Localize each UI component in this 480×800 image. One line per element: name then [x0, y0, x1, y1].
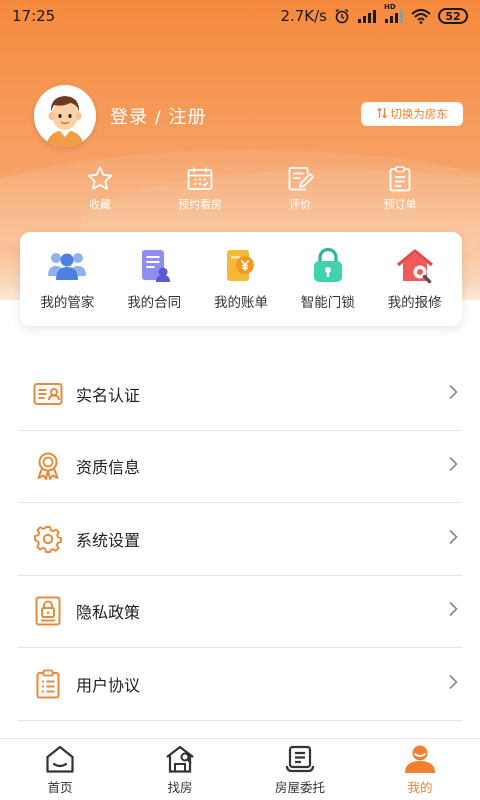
- bill-icon: [226, 249, 254, 281]
- service-my-bill[interactable]: 我的账单: [199, 248, 283, 311]
- privacy-icon: [32, 595, 64, 627]
- service-my-repair[interactable]: 我的报修: [373, 248, 457, 311]
- quick-action-favorites[interactable]: 收藏: [60, 165, 140, 215]
- chevron-right-icon: [448, 384, 458, 404]
- id-card-icon: [32, 378, 64, 410]
- chevron-right-icon: [448, 456, 458, 476]
- agreement-icon: [32, 668, 64, 700]
- chevron-right-icon: [448, 674, 458, 694]
- hd-signal-icon: HD: [384, 3, 404, 23]
- service-label: 我的合同: [127, 294, 182, 311]
- find-house-icon: [166, 745, 194, 773]
- login-register-link[interactable]: 登录 / 注册: [110, 103, 207, 129]
- calendar-icon: [187, 167, 213, 190]
- nav-tab-find-house[interactable]: 找房: [125, 744, 235, 796]
- clipboard-icon: [389, 166, 411, 192]
- award-icon: [32, 450, 64, 482]
- lock-icon: [313, 247, 342, 282]
- services-card: 我的管家 我的合同 我的账单 智能门锁 我的报修: [20, 232, 462, 326]
- user-avatar-icon: [34, 85, 96, 147]
- menu-item-label: 隐私政策: [76, 603, 141, 623]
- switch-to-landlord-button[interactable]: 切换为房东: [361, 102, 463, 126]
- profile-icon: [405, 745, 435, 773]
- menu-item-user-agreement[interactable]: 用户协议: [18, 648, 462, 721]
- menu-item-label: 实名认证: [76, 385, 141, 405]
- people-icon: [48, 252, 87, 280]
- alarm-icon: [334, 8, 350, 24]
- home-icon: [46, 745, 74, 773]
- menu-item-label: 系统设置: [76, 530, 141, 550]
- menu-item-label: 用户协议: [76, 675, 141, 695]
- quick-action-reviews[interactable]: 评价: [260, 165, 340, 215]
- switch-arrows-icon: [376, 107, 388, 122]
- menu-item-qualification-info[interactable]: 资质信息: [18, 431, 462, 503]
- bottom-navigation: 首页 找房 房屋委托 我的: [0, 738, 480, 800]
- avatar[interactable]: [34, 85, 96, 147]
- service-smart-lock[interactable]: 智能门锁: [286, 247, 370, 311]
- switch-label: 切换为房东: [390, 107, 448, 121]
- chevron-right-icon: [448, 601, 458, 621]
- network-speed: 2.7K/s: [280, 7, 327, 25]
- battery-indicator: 52: [438, 8, 468, 24]
- nav-tab-mine[interactable]: 我的: [365, 744, 475, 796]
- entrust-icon: [285, 745, 315, 772]
- wifi-icon: [411, 8, 431, 24]
- chevron-right-icon: [448, 529, 458, 549]
- nav-label: 我的: [407, 779, 433, 795]
- menu-item-real-name-verification[interactable]: 实名认证: [18, 358, 462, 431]
- contract-icon: [142, 249, 171, 282]
- quick-action-label: 收藏: [89, 198, 111, 211]
- quick-action-reservations[interactable]: 预订单: [360, 165, 440, 215]
- star-icon: [87, 166, 113, 190]
- service-label: 我的管家: [40, 294, 95, 311]
- quick-actions: 收藏 预约看房 评价 预订单: [60, 165, 440, 215]
- nav-label: 房屋委托: [274, 779, 325, 795]
- settings-menu: 实名认证 资质信息 系统设置 隐私政策 用户协议: [18, 358, 462, 721]
- menu-item-label: 资质信息: [76, 458, 141, 478]
- menu-item-system-settings[interactable]: 系统设置: [18, 503, 462, 576]
- nav-label: 首页: [47, 779, 73, 795]
- service-label: 智能门锁: [300, 294, 355, 311]
- signal-icon: [357, 9, 377, 23]
- nav-tab-property-entrust[interactable]: 房屋委托: [245, 744, 355, 796]
- status-time: 17:25: [12, 7, 56, 25]
- service-label: 我的账单: [213, 294, 268, 311]
- quick-action-viewing-appointment[interactable]: 预约看房: [160, 165, 240, 215]
- menu-item-privacy-policy[interactable]: 隐私政策: [18, 576, 462, 648]
- status-bar: 17:25 2.7K/s HD 52: [0, 0, 480, 32]
- settings-icon: [32, 523, 64, 555]
- service-label: 我的报修: [387, 294, 442, 311]
- quick-action-label: 评价: [289, 198, 311, 211]
- quick-action-label: 预订单: [383, 198, 417, 211]
- nav-tab-home[interactable]: 首页: [5, 744, 115, 796]
- service-my-contract[interactable]: 我的合同: [112, 248, 196, 311]
- repair-icon: [396, 248, 433, 283]
- nav-label: 找房: [167, 779, 193, 795]
- quick-action-label: 预约看房: [178, 198, 222, 211]
- hd-label: HD: [384, 3, 396, 11]
- service-my-steward[interactable]: 我的管家: [25, 248, 109, 311]
- edit-icon: [288, 167, 314, 191]
